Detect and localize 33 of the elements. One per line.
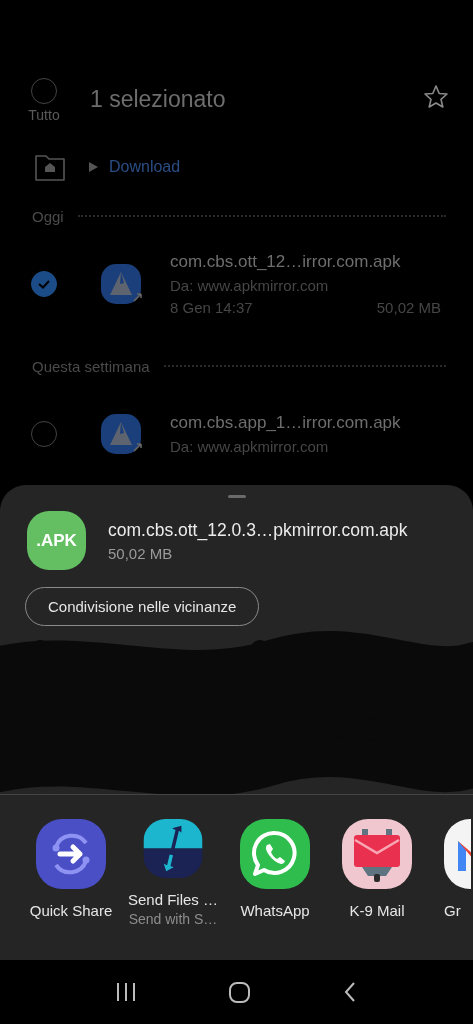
app-label: Gr <box>444 902 461 919</box>
home-folder-icon[interactable] <box>34 152 66 182</box>
shared-file-name: com.cbs.ott_12.0.3…pkmirror.com.apk <box>108 519 408 541</box>
chat-bubble-icon[interactable] <box>240 819 310 889</box>
app-label: Quick Share <box>29 902 113 919</box>
envelope-icon[interactable] <box>342 819 412 889</box>
section-header: Oggi <box>32 207 64 225</box>
app-label: WhatsApp <box>240 902 310 919</box>
file-size: 50,02 MB <box>376 299 441 316</box>
app-label: Send Files … <box>128 891 219 908</box>
app-sublabel: Send with S… <box>128 911 218 927</box>
recent-apps-icon[interactable] <box>116 981 136 1003</box>
file-date: 8 Gen 14:37 <box>170 299 253 316</box>
apk-file-icon: .APK <box>27 511 86 570</box>
file-name: com.cbs.app_1…irror.com.apk <box>170 413 402 433</box>
select-all-label: Tutto <box>28 107 60 123</box>
selection-title: 1 selezionato <box>90 86 227 113</box>
back-icon[interactable] <box>343 981 357 1003</box>
app-file-icon <box>100 413 144 455</box>
home-icon[interactable] <box>228 980 251 1004</box>
section-header: Questa settimana <box>32 357 150 375</box>
drag-handle[interactable] <box>227 495 246 498</box>
check-icon <box>37 278 51 290</box>
file-source: Da: www.apkmirror.com <box>170 277 330 294</box>
app-label: K-9 Mail <box>349 902 405 919</box>
file-source: Da: www.apkmirror.com <box>170 438 330 455</box>
star-icon[interactable] <box>423 84 449 109</box>
file-name: com.cbs.ott_12…irror.com.apk <box>170 252 402 272</box>
app-file-icon <box>100 263 144 305</box>
file-checkbox[interactable] <box>31 271 57 297</box>
expand-arrow-icon <box>88 161 99 173</box>
letter-m-icon[interactable] <box>444 819 471 889</box>
shared-file-size: 50,02 MB <box>108 544 174 562</box>
